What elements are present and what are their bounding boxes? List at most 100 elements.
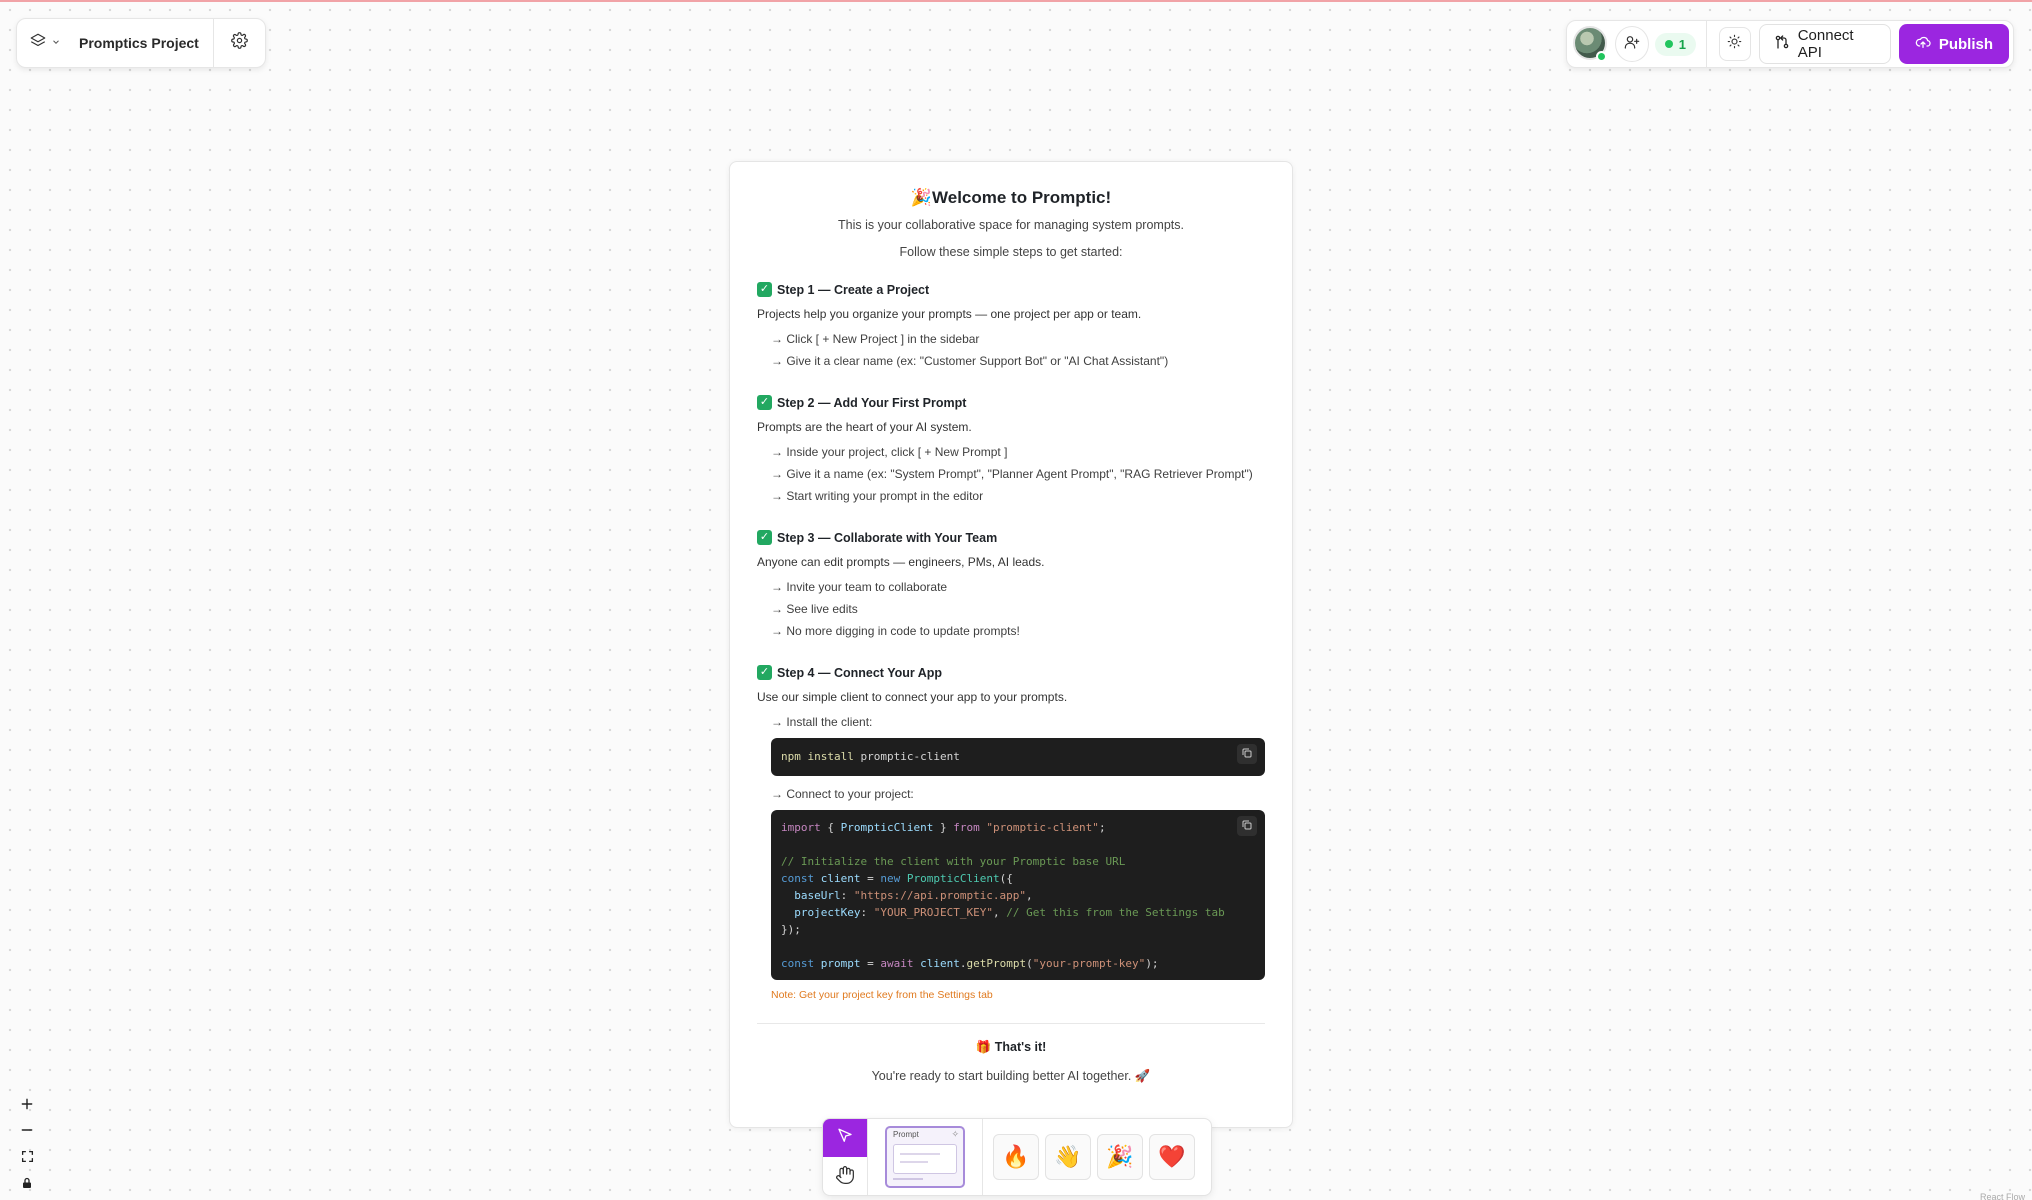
step-bullet: → Click [ + New Project ] in the sidebar — [771, 332, 980, 346]
sun-icon — [1727, 34, 1742, 54]
check-icon: ✓ — [757, 282, 772, 297]
prompt-node-preview: Prompt ✧ — [885, 1126, 965, 1188]
code-token: new — [880, 872, 901, 885]
code-line: }); — [781, 923, 801, 936]
welcome-subtitle: This is your collaborative space for man… — [838, 218, 1184, 232]
prompt-tile-label: Prompt — [893, 1130, 919, 1139]
top-right-panel: 1 Connect API Publish — [1566, 20, 2014, 68]
step-description: Use our simple client to connect your ap… — [757, 690, 1068, 704]
code-token: = — [860, 872, 881, 885]
pan-tool-button[interactable] — [823, 1157, 867, 1195]
code-token: promptic-client — [860, 750, 960, 763]
code-token: // Get this from the Settings tab — [1006, 906, 1225, 919]
publish-label: Publish — [1938, 35, 1993, 53]
party-reaction-button[interactable]: 🎉 — [1097, 1134, 1143, 1180]
code-token: PrompticClient — [906, 872, 1000, 885]
code-token: baseUrl — [781, 889, 841, 902]
code-token: install — [807, 750, 854, 763]
welcome-title: 🎉Welcome to Promptic! — [757, 188, 1265, 208]
reaction-bar: 🔥 👋 🎉 ❤️ — [983, 1119, 1211, 1195]
step-1: ✓ Step 1 — Create a Project Projects help… — [757, 282, 1265, 368]
welcome-title-text: Welcome to Promptic! — [932, 188, 1112, 207]
welcome-subtitle-2: Follow these simple steps to get started… — [899, 245, 1123, 259]
step-4: ✓ Step 4 — Connect Your App Use our simpl… — [757, 665, 1265, 1001]
copy-icon — [1241, 819, 1253, 834]
online-status-dot — [1596, 51, 1607, 62]
step-bullet: → Give it a clear name (ex: "Customer Su… — [771, 354, 1169, 368]
project-name: Promptics Project — [79, 35, 199, 51]
code-line: import { PrompticClient } from "promptic… — [781, 819, 1255, 836]
prompt-node-tool[interactable]: Prompt ✧ — [868, 1119, 983, 1195]
step-bullet: → Inside your project, click [ + New Pro… — [771, 445, 1008, 459]
code-token: } — [933, 821, 954, 834]
welcome-card[interactable]: 🎉Welcome to Promptic! This is your colla… — [729, 161, 1293, 1128]
code-line: // Initialize the client with your Promp… — [781, 855, 1126, 868]
project-switcher-button[interactable] — [17, 19, 73, 67]
theme-toggle-button[interactable] — [1718, 27, 1751, 61]
fit-view-button[interactable] — [14, 1144, 40, 1170]
publish-button[interactable]: Publish — [1898, 24, 2009, 64]
step-bullet: → Invite your team to collaborate — [771, 580, 948, 594]
tool-column — [823, 1119, 868, 1195]
code-token: : — [860, 906, 874, 919]
heart-reaction-button[interactable]: ❤️ — [1149, 1134, 1195, 1180]
divider — [757, 1023, 1265, 1024]
copy-button[interactable] — [1237, 816, 1257, 836]
step-bullet: → Start writing your prompt in the edito… — [771, 489, 984, 503]
git-pull-request-icon — [1774, 34, 1790, 54]
done-subtitle: You're ready to start building better AI… — [757, 1069, 1265, 1084]
select-tool-button[interactable] — [823, 1119, 867, 1157]
step-bullet: → Give it a name (ex: "System Prompt", "… — [771, 467, 1253, 481]
zoom-out-button[interactable] — [14, 1118, 40, 1144]
step-bullet: → No more digging in code to update prom… — [771, 624, 1020, 638]
online-count-badge: 1 — [1654, 32, 1696, 56]
step-heading: ✓ Step 1 — Create a Project — [757, 282, 1265, 297]
step-heading: ✓ Step 2 — Add Your First Prompt — [757, 395, 1265, 410]
chevron-down-icon — [51, 34, 61, 52]
rocket-icon: 🚀 — [1131, 1069, 1151, 1083]
code-line: npm install promptic-client — [781, 748, 1255, 765]
code-line: const prompt = await client.getPrompt("y… — [781, 955, 1255, 972]
step-heading-text: Step 2 — Add Your First Prompt — [777, 395, 967, 410]
code-token: { — [820, 821, 841, 834]
lock-button[interactable] — [14, 1170, 40, 1196]
check-icon: ✓ — [757, 395, 772, 410]
connect-api-button[interactable]: Connect API — [1758, 24, 1891, 64]
invite-user-button[interactable] — [1615, 26, 1649, 62]
copy-button[interactable] — [1237, 744, 1257, 764]
code-token: , — [992, 906, 1007, 919]
step-heading: ✓ Step 4 — Connect Your App — [757, 665, 1265, 680]
install-code-block[interactable]: npm install promptic-client — [771, 738, 1265, 776]
code-token: const — [781, 957, 815, 970]
wave-reaction-button[interactable]: 👋 — [1045, 1134, 1091, 1180]
plus-icon — [20, 1095, 34, 1116]
code-line: baseUrl: "https://api.promptic.app", — [781, 887, 1255, 904]
code-token: "promptic-client" — [986, 821, 1099, 834]
connect-code-block[interactable]: import { PrompticClient } from "promptic… — [771, 810, 1265, 980]
step-description: Prompts are the heart of your AI system. — [757, 420, 972, 434]
step-2: ✓ Step 2 — Add Your First Prompt Prompts … — [757, 395, 1265, 503]
code-token: : — [840, 889, 854, 902]
prompt-tile-editor — [893, 1144, 957, 1174]
gear-icon — [231, 32, 248, 54]
step-description: Anyone can edit prompts — engineers, PMs… — [757, 555, 1045, 569]
fire-reaction-button[interactable]: 🔥 — [993, 1134, 1039, 1180]
code-token: client — [820, 872, 861, 885]
code-token: from — [953, 821, 980, 834]
code-token: import — [781, 821, 821, 834]
code-token: projectKey — [781, 906, 861, 919]
code-token: const — [781, 872, 815, 885]
party-popper-icon: 🎉 — [910, 188, 932, 207]
zoom-in-button[interactable] — [14, 1092, 40, 1118]
attribution-link[interactable]: React Flow — [1980, 1192, 2025, 1200]
done-title: 🎁 That's it! — [757, 1040, 1265, 1055]
code-token: , — [1026, 889, 1033, 902]
code-line: projectKey: "YOUR_PROJECT_KEY", // Get t… — [781, 904, 1255, 921]
sparkle-icon: ✧ — [951, 1129, 959, 1139]
top-accent-line — [0, 0, 2032, 2]
settings-button[interactable] — [213, 19, 265, 67]
user-avatar[interactable] — [1573, 26, 1607, 62]
step-heading-text: Step 3 — Collaborate with Your Team — [777, 530, 998, 545]
install-label: → Install the client: — [771, 715, 873, 729]
